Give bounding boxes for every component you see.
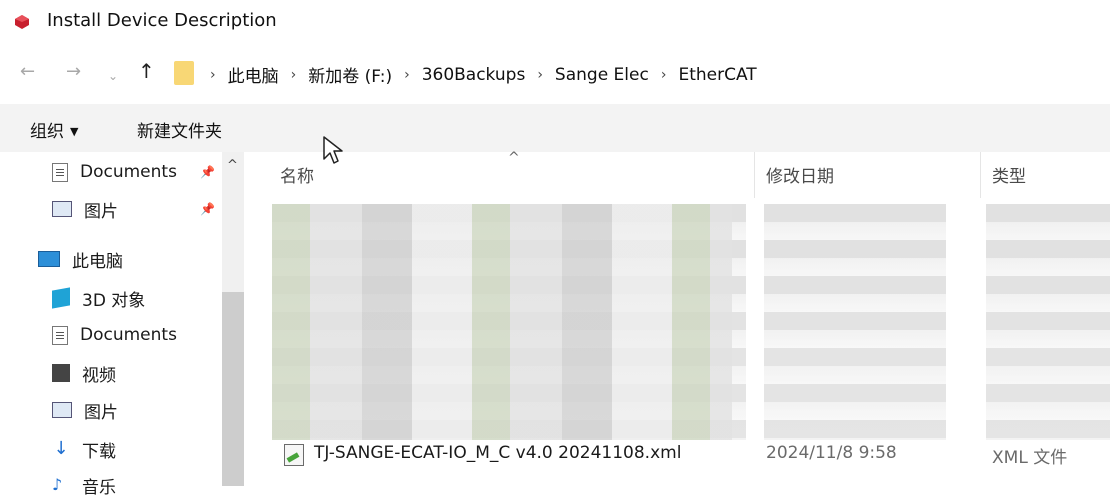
pin-icon[interactable]: 📌 xyxy=(200,202,215,216)
sidebar-item-downloads[interactable]: ↓ 下载 xyxy=(52,436,116,462)
breadcrumb-this-pc[interactable]: 此电脑 xyxy=(228,62,279,87)
column-divider[interactable] xyxy=(980,152,981,198)
breadcrumb-ethercat[interactable]: EtherCAT xyxy=(678,65,756,85)
music-icon: ♪ xyxy=(52,475,63,494)
table-row[interactable]: TJ-SANGE-ECAT-IO_M_C v4.0 20241108.xml 2… xyxy=(246,440,1110,470)
sidebar-item-pictures-pinned[interactable]: 图片 xyxy=(52,196,118,222)
breadcrumb-360backups[interactable]: 360Backups xyxy=(422,65,526,85)
sidebar-item-documents[interactable]: Documents xyxy=(52,322,177,348)
sidebar-item-label: 图片 xyxy=(84,201,118,222)
scroll-up-icon[interactable]: ^ xyxy=(227,158,238,173)
blur-spacer xyxy=(746,204,764,440)
column-header-name[interactable]: 名称 xyxy=(280,162,314,187)
arrow-left-icon[interactable]: ← xyxy=(20,62,35,82)
sidebar-item-label: 下载 xyxy=(82,441,116,462)
navigation-bar: ← → ⌄ ↑ › 此电脑 › 新加卷 (F:) › 360Backups › … xyxy=(0,50,1110,94)
breadcrumb-sange-elec[interactable]: Sange Elec xyxy=(555,65,649,85)
new-folder-button[interactable]: 新建文件夹 xyxy=(137,117,222,142)
navigation-pane: Documents 📌 图片 📌 此电脑 3D 对象 Documents 视频 … xyxy=(0,152,246,498)
mouse-cursor-icon xyxy=(323,136,343,164)
caret-down-icon: ▼ xyxy=(70,125,79,138)
breadcrumb: › 此电脑 › 新加卷 (F:) › 360Backups › Sange El… xyxy=(210,62,769,88)
organize-button[interactable]: 组织 ▼ xyxy=(30,117,78,142)
sidebar-item-label: 3D 对象 xyxy=(82,290,146,311)
sidebar-item-this-pc[interactable]: 此电脑 xyxy=(38,246,123,272)
document-icon xyxy=(52,325,68,345)
3d-objects-icon xyxy=(52,287,70,309)
sidebar-item-label: 此电脑 xyxy=(72,251,123,272)
arrow-up-icon[interactable]: ↑ xyxy=(138,61,155,81)
blurred-file-names xyxy=(272,204,732,440)
file-name: TJ-SANGE-ECAT-IO_M_C v4.0 20241108.xml xyxy=(314,443,682,463)
window-title: Install Device Description xyxy=(47,10,277,31)
file-list: ^ 名称 修改日期 类型 TJ-SANGE-ECAT-IO_M_C v4.0 2… xyxy=(246,150,1110,486)
sort-ascending-icon: ^ xyxy=(508,150,520,166)
sidebar-scrollbar[interactable]: ^ xyxy=(222,152,244,486)
sidebar-item-label: 图片 xyxy=(84,402,118,423)
chevron-right-icon[interactable]: › xyxy=(661,67,667,83)
app-logo-icon xyxy=(15,15,29,29)
chevron-right-icon[interactable]: › xyxy=(404,67,410,83)
chevron-right-icon[interactable]: › xyxy=(210,67,216,83)
file-date-modified: 2024/11/8 9:58 xyxy=(766,443,897,463)
file-type: XML 文件 xyxy=(992,448,1068,468)
sidebar-item-label: 音乐 xyxy=(82,477,116,498)
column-header-date-modified[interactable]: 修改日期 xyxy=(766,162,834,187)
arrow-right-icon[interactable]: → xyxy=(66,62,81,82)
sidebar-item-3d-objects[interactable]: 3D 对象 xyxy=(52,285,145,311)
column-header-type[interactable]: 类型 xyxy=(992,162,1026,187)
sidebar-item-label: Documents xyxy=(80,162,177,182)
column-divider[interactable] xyxy=(754,152,755,198)
sidebar-item-pictures[interactable]: 图片 xyxy=(52,397,118,423)
title-bar: Install Device Description xyxy=(0,0,1110,44)
sidebar-item-documents-pinned[interactable]: Documents xyxy=(52,159,177,185)
sidebar-item-music[interactable]: ♪ 音乐 xyxy=(52,472,116,498)
address-bar[interactable]: › 此电脑 › 新加卷 (F:) › 360Backups › Sange El… xyxy=(166,55,1110,91)
pin-icon[interactable]: 📌 xyxy=(200,165,215,179)
xml-file-icon xyxy=(284,444,304,466)
sidebar-item-videos[interactable]: 视频 xyxy=(52,360,116,386)
sidebar-item-label: 视频 xyxy=(82,365,116,386)
blur-spacer xyxy=(946,204,986,440)
chevron-down-icon[interactable]: ⌄ xyxy=(108,66,118,86)
command-toolbar: 组织 ▼ 新建文件夹 xyxy=(0,104,1110,152)
chevron-right-icon[interactable]: › xyxy=(537,67,543,83)
folder-icon xyxy=(174,61,194,85)
breadcrumb-volume[interactable]: 新加卷 (F:) xyxy=(308,62,392,87)
computer-icon xyxy=(38,251,60,267)
sidebar-item-label: Documents xyxy=(80,325,177,345)
scroll-thumb[interactable] xyxy=(222,292,244,486)
pictures-icon xyxy=(52,201,72,217)
pictures-icon xyxy=(52,402,72,418)
chevron-right-icon[interactable]: › xyxy=(291,67,297,83)
organize-label: 组织 xyxy=(30,122,64,142)
download-icon: ↓ xyxy=(53,438,69,459)
video-icon xyxy=(52,364,70,382)
document-icon xyxy=(52,162,68,182)
